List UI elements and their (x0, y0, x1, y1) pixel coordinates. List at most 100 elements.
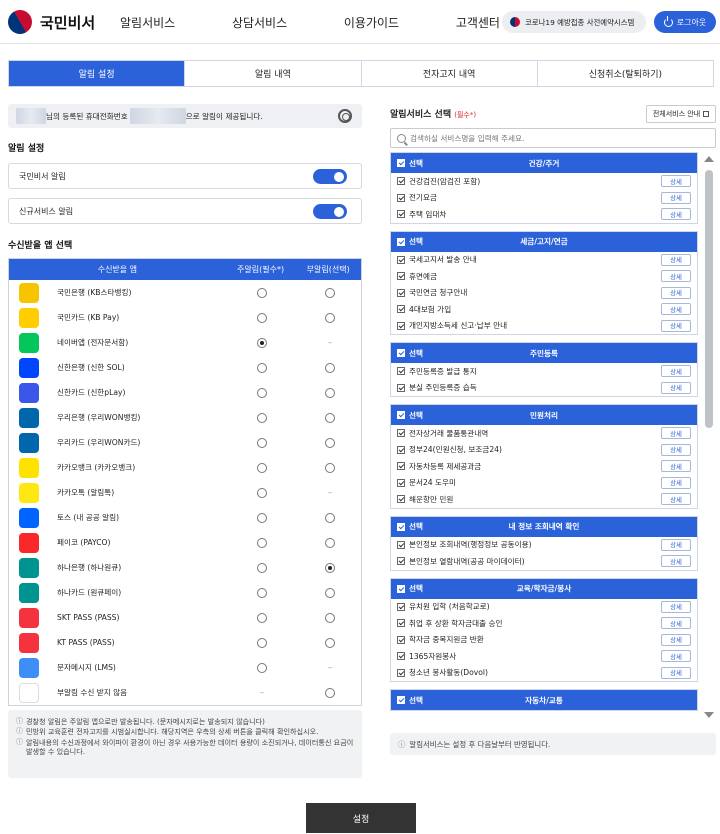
logout-button[interactable]: 로그아웃 (654, 11, 716, 33)
service-item-checkbox[interactable] (397, 462, 405, 471)
sub-alert-radio[interactable] (325, 287, 335, 298)
service-detail-button[interactable]: 상세 (661, 286, 691, 299)
service-detail-button[interactable]: 상세 (661, 600, 691, 613)
main-alert-radio[interactable] (257, 462, 267, 473)
service-detail-button[interactable]: 상세 (661, 443, 691, 456)
nav-item-user-guide[interactable]: 이용가이드 (344, 14, 399, 31)
service-item-checkbox[interactable] (397, 478, 405, 487)
service-item-checkbox[interactable] (397, 429, 405, 438)
main-alert-radio[interactable] (257, 362, 267, 373)
main-alert-radio[interactable] (257, 637, 267, 648)
main-alert-radio[interactable] (257, 587, 267, 598)
service-detail-button[interactable]: 상세 (661, 253, 691, 266)
main-alert-radio[interactable] (257, 512, 267, 523)
category-select-checkbox[interactable] (397, 696, 405, 704)
main-alert-radio[interactable] (257, 537, 267, 548)
category-select-checkbox[interactable] (397, 237, 405, 246)
service-detail-button[interactable]: 상세 (661, 208, 691, 220)
sub-alert-radio[interactable] (325, 387, 335, 398)
tab-alert-history[interactable]: 알림 내역 (185, 61, 362, 86)
main-alert-radio[interactable] (257, 662, 267, 673)
nav-item-customer-center[interactable]: 고객센터 (456, 14, 500, 31)
service-detail-button[interactable]: 상세 (661, 650, 691, 662)
service-item-checkbox[interactable] (397, 557, 405, 566)
covid-reservation-button[interactable]: 코로나19 예방접종 사전예약시스템 (502, 11, 646, 33)
sub-alert-radio[interactable] (325, 312, 335, 323)
service-item-checkbox[interactable] (397, 321, 405, 330)
service-item-checkbox[interactable] (397, 540, 405, 549)
service-item-checkbox[interactable] (397, 445, 405, 454)
main-alert-radio[interactable] (257, 487, 267, 498)
service-search-input[interactable] (410, 133, 690, 143)
service-detail-button[interactable]: 상세 (661, 538, 691, 551)
main-alert-radio[interactable] (257, 612, 267, 623)
gear-icon[interactable] (338, 109, 352, 123)
service-list-scrollbar[interactable] (702, 152, 716, 722)
submit-settings-button[interactable]: 설정 (306, 803, 416, 833)
sub-alert-radio[interactable] (325, 437, 335, 448)
main-alert-radio[interactable] (257, 312, 267, 323)
service-item-checkbox[interactable] (397, 367, 405, 376)
sub-alert-radio[interactable] (325, 512, 335, 523)
all-services-guide-button[interactable]: 전체서비스 안내 (646, 105, 716, 123)
service-detail-button[interactable]: 상세 (661, 365, 691, 377)
scroll-thumb[interactable] (705, 170, 713, 428)
tab-cancel-withdraw[interactable]: 신청취소(탈퇴하기) (537, 61, 713, 86)
sub-alert-radio[interactable] (325, 362, 335, 373)
service-detail-button[interactable]: 상세 (661, 555, 691, 567)
service-detail-button[interactable]: 상세 (661, 633, 691, 646)
service-detail-button[interactable]: 상세 (661, 460, 691, 472)
main-alert-radio[interactable] (257, 412, 267, 423)
main-alert-radio[interactable] (257, 387, 267, 398)
new-service-alert-toggle[interactable] (313, 204, 347, 219)
tab-e-notice-history[interactable]: 전자고지 내역 (361, 61, 538, 86)
category-select-checkbox[interactable] (397, 584, 405, 593)
scroll-down-icon[interactable] (704, 712, 714, 718)
sub-alert-radio[interactable] (325, 612, 335, 623)
service-detail-button[interactable]: 상세 (661, 427, 691, 439)
service-item-checkbox[interactable] (397, 255, 405, 264)
sub-alert-radio[interactable] (325, 637, 335, 648)
scroll-track[interactable] (705, 168, 713, 706)
service-detail-button[interactable]: 상세 (661, 270, 691, 282)
service-detail-button[interactable]: 상세 (661, 381, 691, 394)
tab-alert-settings[interactable]: 알림 설정 (9, 61, 186, 86)
service-item-checkbox[interactable] (397, 177, 405, 186)
service-item-checkbox[interactable] (397, 193, 405, 202)
service-detail-button[interactable]: 상세 (661, 493, 691, 505)
service-item-checkbox[interactable] (397, 619, 405, 628)
service-item-checkbox[interactable] (397, 668, 405, 677)
main-alert-radio[interactable] (257, 287, 267, 298)
service-detail-button[interactable]: 상세 (661, 303, 691, 315)
service-detail-button[interactable]: 상세 (661, 476, 691, 489)
sub-alert-radio[interactable] (325, 412, 335, 423)
sub-alert-radio[interactable] (325, 562, 335, 573)
main-alert-radio[interactable] (257, 562, 267, 573)
service-item-checkbox[interactable] (397, 272, 405, 281)
gov-secretary-alert-toggle[interactable] (313, 169, 347, 184)
main-alert-radio[interactable] (257, 337, 267, 348)
sub-alert-radio[interactable] (325, 537, 335, 548)
service-detail-button[interactable]: 상세 (661, 191, 691, 204)
sub-alert-radio[interactable] (325, 687, 335, 698)
nav-item-alert-service[interactable]: 알림서비스 (120, 14, 175, 31)
sub-alert-radio[interactable] (325, 462, 335, 473)
logo[interactable]: 국민비서 (3, 5, 95, 39)
service-item-checkbox[interactable] (397, 383, 405, 392)
nav-item-consult-service[interactable]: 상담서비스 (232, 14, 287, 31)
service-detail-button[interactable]: 상세 (661, 175, 691, 187)
service-item-checkbox[interactable] (397, 602, 405, 611)
sub-alert-radio[interactable] (325, 587, 335, 598)
service-item-checkbox[interactable] (397, 305, 405, 314)
service-item-checkbox[interactable] (397, 210, 405, 219)
category-select-checkbox[interactable] (397, 349, 405, 357)
category-select-checkbox[interactable] (397, 522, 405, 531)
service-detail-button[interactable]: 상세 (661, 319, 691, 332)
service-item-checkbox[interactable] (397, 652, 405, 661)
scroll-up-icon[interactable] (704, 156, 714, 162)
service-item-checkbox[interactable] (397, 288, 405, 297)
category-select-checkbox[interactable] (397, 411, 405, 419)
service-item-checkbox[interactable] (397, 495, 405, 504)
service-item-checkbox[interactable] (397, 635, 405, 644)
category-select-checkbox[interactable] (397, 159, 405, 167)
